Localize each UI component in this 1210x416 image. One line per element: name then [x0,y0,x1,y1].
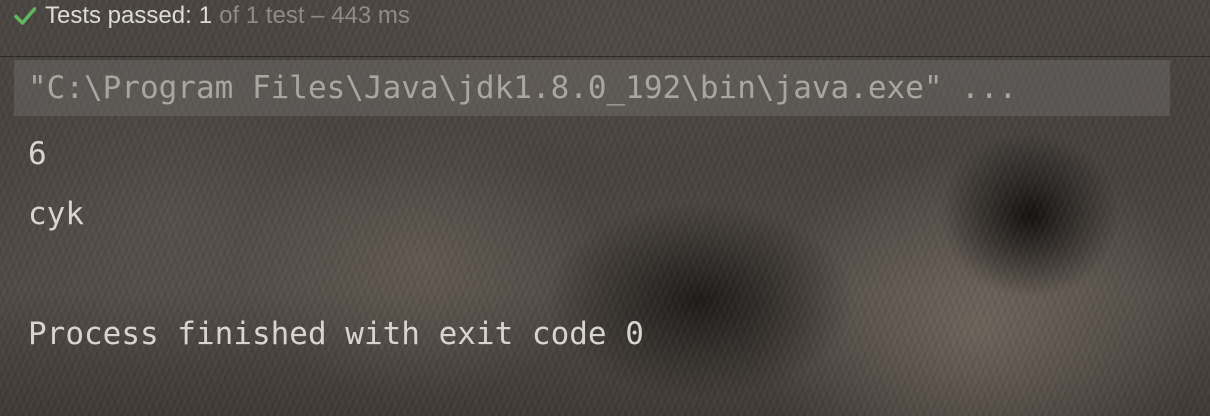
command-line-text: "C:\Program Files\Java\jdk1.8.0_192\bin\… [28,70,1018,106]
status-count: 1 [198,2,213,29]
status-prefix: Tests passed: [45,2,192,29]
check-icon [14,5,37,27]
status-detail: of 1 test – 443 ms [219,2,410,29]
console-output[interactable]: "C:\Program Files\Java\jdk1.8.0_192\bin\… [0,57,1210,416]
run-tool-window: Tests passed: 1 of 1 test – 443 ms "C:\P… [0,0,1210,416]
command-line-fold[interactable]: "C:\Program Files\Java\jdk1.8.0_192\bin\… [14,60,1170,116]
output-line: cyk [28,196,84,232]
process-exit-line: Process finished with exit code 0 [28,316,644,352]
output-line: 6 [28,136,47,172]
test-status-bar: Tests passed: 1 of 1 test – 443 ms [0,0,1210,32]
